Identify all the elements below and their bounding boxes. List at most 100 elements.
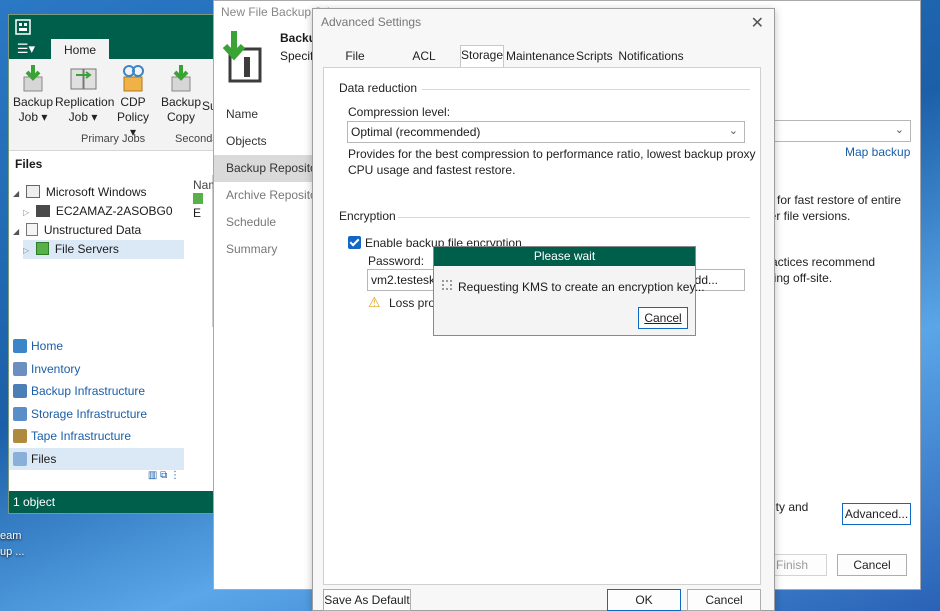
nav-storage-infrastructure[interactable]: Storage Infrastructure [9, 403, 184, 426]
nav-files[interactable]: Files [9, 447, 184, 470]
nav-tape-infrastructure[interactable]: Tape Infrastructure [9, 425, 184, 448]
finish-button[interactable]: Finish [769, 554, 827, 576]
collapse-arrow-icon[interactable]: ◢ [13, 227, 19, 236]
compression-description-1: Provides for the best compression to per… [348, 147, 756, 161]
inventory-icon [13, 361, 27, 376]
tab-acl-handling[interactable]: ACL Handling [389, 47, 459, 82]
tab-home[interactable]: Home [51, 39, 109, 61]
wizard-desc-1a: g for fast restore of entire [767, 193, 902, 207]
desktop-icon-label-b[interactable]: up ... [0, 546, 24, 558]
please-wait-message: Requesting KMS to create an encryption k… [458, 280, 705, 294]
nav-label: Files [31, 451, 57, 466]
ribbon-label: Backup [13, 95, 54, 109]
wizard-repository-combo[interactable]: ⌄ [767, 120, 911, 142]
status-bar: 1 object [9, 491, 213, 513]
tab-file-versions[interactable]: File versions [323, 47, 387, 82]
nav-label: Home [31, 339, 64, 353]
step-schedule[interactable]: Schedule [214, 209, 319, 236]
step-summary[interactable]: Summary [214, 236, 319, 263]
ribbon-group-primary-jobs: Primary Jobs [81, 133, 146, 145]
advanced-cancel-button[interactable]: Cancel [687, 589, 761, 611]
backup-job-button[interactable]: Backup Job ▾ [13, 63, 53, 125]
main-titlebar [9, 15, 213, 37]
collapse-arrow-icon[interactable]: ◢ [13, 189, 19, 198]
replication-job-icon [68, 63, 98, 93]
wizard-desc-1b: ier file versions. [767, 209, 851, 223]
step-name[interactable]: Name [214, 101, 319, 128]
wizard-steps: Name Objects Backup Repository Archive R… [214, 101, 319, 263]
section-divider [422, 89, 750, 90]
file-servers-icon [35, 242, 49, 255]
cdp-policy-icon [118, 63, 148, 93]
tree-item-ec2amaz[interactable]: ▷ EC2AMAZ-2ASOBG0 [23, 202, 183, 221]
chevron-down-icon: ⌄ [728, 125, 738, 137]
save-as-default-button[interactable]: Save As Default [323, 589, 411, 611]
list-first-item[interactable]: E [193, 192, 213, 220]
navigation-pane: Home Inventory Backup Infrastructure Sto… [9, 335, 184, 490]
ribbon-label: Job ▾ [18, 110, 48, 124]
map-backup-link[interactable]: Map backup [845, 145, 910, 159]
compression-value: Optimal (recommended) [351, 125, 481, 139]
nav-label: Storage Infrastructure [31, 406, 148, 421]
backup-job-icon [18, 63, 48, 93]
dialog-title: Advanced Settings [321, 15, 422, 29]
password-label: Password: [368, 254, 425, 268]
warning-icon: ⚠ [368, 294, 381, 310]
tab-storage[interactable]: Storage [460, 45, 504, 67]
home-icon [13, 339, 27, 353]
cdp-policy-button[interactable]: CDP Policy ▾ [113, 63, 153, 140]
backup-wizard-icon [222, 31, 262, 83]
files-panel-title: Files [15, 157, 43, 171]
unstructured-data-icon [25, 223, 38, 236]
expand-arrow-icon[interactable]: ▷ [23, 246, 29, 255]
enable-encryption-checkbox[interactable] [348, 236, 361, 249]
wizard-desc-2b: eing off-site. [767, 271, 833, 285]
expand-arrow-icon[interactable]: ▷ [23, 208, 29, 217]
wizard-cancel-button[interactable]: Cancel [837, 554, 907, 576]
veeam-main-window: ☰▾ Home Backup Job ▾ Replication Job ▾ C… [8, 14, 218, 514]
tab-scripts[interactable]: Scripts [576, 47, 613, 67]
step-backup-repository[interactable]: Backup Repository [214, 155, 319, 182]
ok-button[interactable]: OK [607, 589, 681, 611]
tree-item-unstructured-data[interactable]: ◢ Unstructured Data [13, 221, 183, 240]
inventory-tree: ◢ Microsoft Windows ▷ EC2AMAZ-2ASOBG0 ◢ … [9, 175, 213, 327]
desktop-icon-label-a[interactable]: eam [0, 530, 21, 542]
step-archive-repository[interactable]: Archive Repository [214, 182, 319, 209]
tree-item-label: File Servers [54, 242, 119, 256]
replication-job-button[interactable]: Replication Job ▾ [55, 63, 114, 125]
wizard-desc-2a: ractices recommend [767, 255, 876, 269]
hamburger-menu-icon[interactable]: ☰▾ [13, 39, 39, 59]
tab-maintenance[interactable]: Maintenance [506, 47, 575, 67]
advanced-button[interactable]: Advanced... [842, 503, 911, 525]
step-objects[interactable]: Objects [214, 128, 319, 155]
nav-options-icon[interactable]: ▥ ⧉ ⋮ [9, 470, 184, 490]
nav-backup-infrastructure[interactable]: Backup Infrastructure [9, 380, 184, 403]
tree-item-label: Microsoft Windows [45, 185, 147, 199]
compression-level-select[interactable]: Optimal (recommended) ⌄ [347, 121, 745, 143]
tree-item-label: EC2AMAZ-2ASOBG0 [55, 204, 173, 218]
please-wait-dialog: Please wait Requesting KMS to create an … [433, 246, 705, 336]
ribbon-label: CDP [120, 95, 146, 109]
tree-item-label: Unstructured Data [43, 223, 142, 237]
ribbon-group-secondary: Seconda [175, 133, 219, 145]
close-icon[interactable]: ✕ [751, 13, 764, 33]
please-wait-title: Please wait [434, 247, 695, 266]
chevron-down-icon: ⌄ [894, 124, 904, 136]
files-icon [13, 451, 27, 466]
backup-copy-button[interactable]: Backup Copy [161, 63, 201, 125]
ribbon: Backup Job ▾ Replication Job ▾ CDP Polic… [9, 59, 218, 151]
tree-item-microsoft-windows[interactable]: ◢ Microsoft Windows [13, 183, 183, 202]
please-wait-cancel-button[interactable]: Cancel [638, 307, 688, 329]
ribbon-label: Job ▾ [68, 110, 98, 124]
nav-home[interactable]: Home [9, 335, 184, 358]
backup-copy-icon [166, 63, 196, 93]
veeam-logo-icon [15, 19, 31, 35]
compression-description-2: CPU usage and fastest restore. [348, 163, 516, 177]
compression-label: Compression level: [348, 105, 451, 119]
tree-item-file-servers[interactable]: ▷ File Servers [23, 240, 184, 259]
nav-inventory[interactable]: Inventory [9, 358, 184, 381]
tab-notifications[interactable]: Notifications [615, 47, 687, 67]
ribbon-label: Copy [166, 110, 195, 124]
ribbon-label: Backup [161, 95, 202, 109]
backup-infrastructure-icon [13, 384, 27, 398]
